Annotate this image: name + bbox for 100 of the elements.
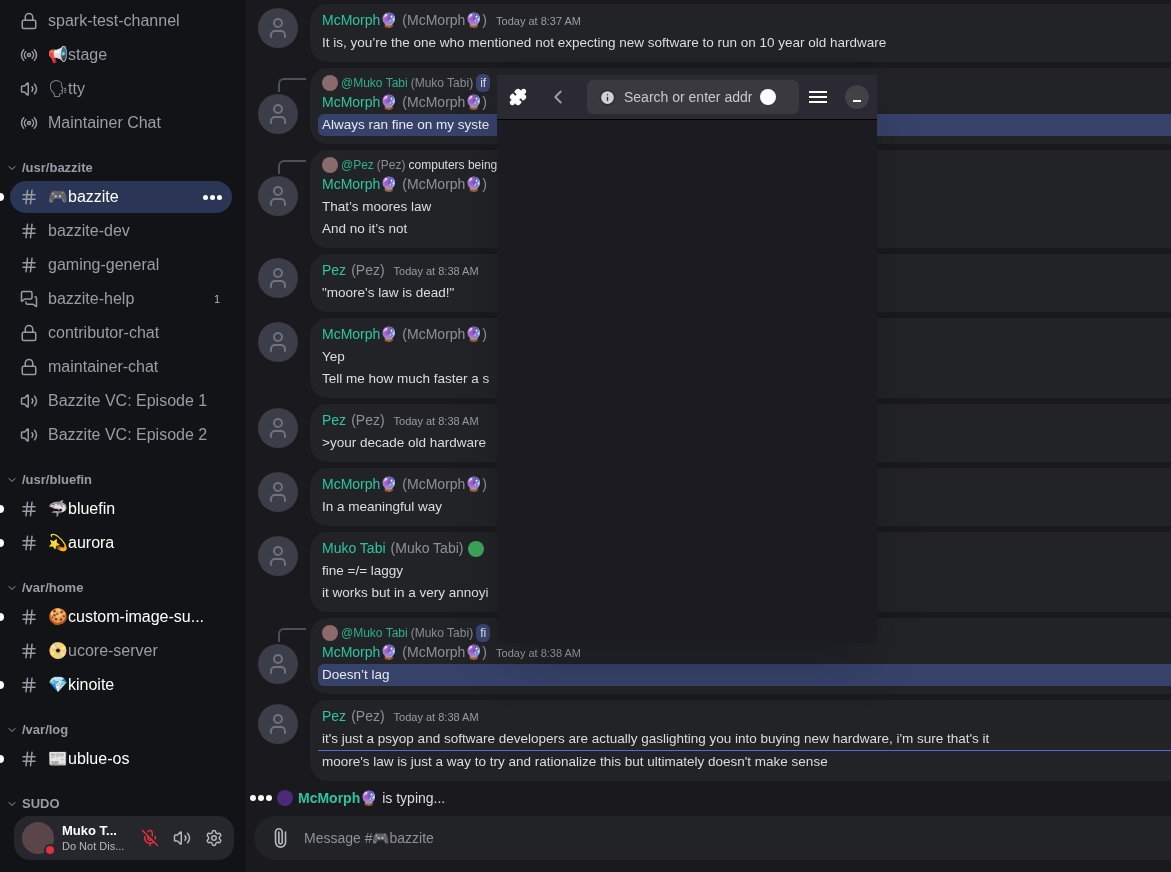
channel-item[interactable]: contributor-chat <box>10 317 232 349</box>
channel-item[interactable]: 📀ucore-server <box>10 635 232 667</box>
channel-item[interactable]: bazzite-help 1 <box>10 283 232 315</box>
timestamp: Today at 8:38 AM <box>496 646 582 661</box>
reply-snippet[interactable]: fi <box>476 624 491 642</box>
reply-author[interactable]: @Muko Tabi <box>341 624 408 642</box>
display-name: (McMorph🔮) <box>402 643 488 662</box>
avatar[interactable] <box>258 472 298 512</box>
category-header[interactable]: /usr/bazzite <box>0 156 246 180</box>
message-text: >your decade old hardware <box>321 434 487 452</box>
channel-name: 🗣tty <box>48 79 86 99</box>
reply-author[interactable]: @Muko Tabi <box>341 74 408 92</box>
timestamp: Today at 8:38 AM <box>393 710 479 725</box>
user-status: Do Not Dis... <box>62 839 126 853</box>
hash-icon <box>20 750 38 768</box>
avatar[interactable] <box>258 8 298 48</box>
forum-icon <box>20 290 38 308</box>
channel-item[interactable]: spark-test-channel <box>10 5 232 37</box>
message-text: fine =/= laggy <box>321 562 405 580</box>
channel-item[interactable]: bazzite-dev <box>10 215 232 247</box>
reply-snippet[interactable]: if <box>476 74 491 92</box>
channel-name: Maintainer Chat <box>48 113 162 133</box>
lock-icon <box>20 324 38 342</box>
info-icon <box>599 88 616 106</box>
author-name[interactable]: McMorph🔮 <box>322 174 398 195</box>
display-name: (McMorph🔮) <box>402 475 488 494</box>
channel-name: 📀ucore-server <box>48 641 159 661</box>
message-text: it works but in a very annoyi <box>321 584 490 602</box>
channel-item[interactable]: Maintainer Chat <box>10 107 232 139</box>
hash-icon <box>20 642 38 660</box>
category-header[interactable]: /usr/bluefin <box>0 468 246 492</box>
channel-item[interactable]: 🗣tty <box>10 73 232 105</box>
author-name[interactable]: McMorph🔮 <box>322 10 398 31</box>
avatar[interactable] <box>258 94 298 134</box>
address-input[interactable]: Search or enter addr <box>624 86 752 108</box>
reply-snippet[interactable]: computers being <box>408 156 498 174</box>
author-name[interactable]: Muko Tabi <box>322 538 386 559</box>
menu-icon[interactable] <box>809 91 827 103</box>
channel-item[interactable]: 📰ublue-os <box>10 743 232 775</box>
avatar[interactable] <box>258 536 298 576</box>
timestamp: Today at 8:38 AM <box>393 414 479 429</box>
channel-item[interactable]: Bazzite VC: Episode 2 <box>10 419 232 451</box>
channel-item[interactable]: gaming-general <box>10 249 232 281</box>
channel-item[interactable]: 📢stage <box>10 39 232 71</box>
hash-icon <box>20 222 38 240</box>
avatar[interactable] <box>258 258 298 298</box>
author-name[interactable]: Pez <box>322 410 347 431</box>
author-name[interactable]: Pez <box>322 706 347 727</box>
more-icon[interactable] <box>203 194 222 200</box>
channel-item[interactable]: 💎kinoite <box>10 669 232 701</box>
avatar[interactable] <box>258 644 298 684</box>
hash-icon <box>20 500 38 518</box>
author-name[interactable]: Pez <box>322 260 347 281</box>
user-avatar[interactable] <box>22 822 54 854</box>
message-composer[interactable]: Message #🎮bazzite <box>254 816 1171 860</box>
stage-icon <box>20 46 38 64</box>
author-name[interactable]: McMorph🔮 <box>322 92 398 113</box>
address-bar[interactable]: Search or enter addr <box>587 80 799 114</box>
hash-icon <box>20 256 38 274</box>
display-name: (Pez) <box>351 411 385 430</box>
channel-item[interactable]: 🍪custom-image-su... <box>10 601 232 633</box>
lock-icon <box>20 12 38 30</box>
extensions-icon[interactable] <box>509 88 527 106</box>
category-header[interactable]: SUDO <box>0 792 246 816</box>
display-name: (Pez) <box>351 707 385 726</box>
minimize-button[interactable] <box>845 85 869 109</box>
message-text: That’s moores law <box>321 198 433 216</box>
channel-name: spark-test-channel <box>48 11 181 31</box>
channel-item[interactable]: 🦈bluefin <box>10 493 232 525</box>
avatar[interactable] <box>258 704 298 744</box>
author-name[interactable]: McMorph🔮 <box>322 324 398 345</box>
message-text: it's just a psyop and software developers are actually gaslighting you into buying new hardware, i'm sure that's it <box>321 730 991 748</box>
channel-name: bazzite-help <box>48 289 136 309</box>
channel-name: contributor-chat <box>48 323 161 343</box>
reply-display-name: (Pez) <box>376 157 406 174</box>
avatar[interactable] <box>258 322 298 362</box>
reply-avatar <box>322 157 338 173</box>
category-header[interactable]: /var/log <box>0 718 246 742</box>
channel-item[interactable]: 🎮bazzite <box>10 181 232 213</box>
channel-name: bazzite-dev <box>48 221 131 241</box>
hash-icon <box>20 188 38 206</box>
typing-text: is typing... <box>382 788 446 808</box>
reply-display-name: (Muko Tabi) <box>410 625 474 642</box>
display-name: (McMorph🔮) <box>402 11 488 30</box>
reply-author[interactable]: @Pez <box>341 156 374 174</box>
channel-name: 💎kinoite <box>48 675 116 695</box>
reply-connector <box>278 628 306 642</box>
toggle-knob-icon <box>760 89 776 105</box>
author-name[interactable]: McMorph🔮 <box>322 642 398 663</box>
typing-avatar <box>277 790 293 806</box>
message-text: Tell me how much faster a s <box>321 370 491 388</box>
channel-name: 🎮bazzite <box>48 187 120 207</box>
avatar[interactable] <box>258 176 298 216</box>
channel-item[interactable]: maintainer-chat <box>10 351 232 383</box>
channel-item[interactable]: Bazzite VC: Episode 1 <box>10 385 232 417</box>
message-input[interactable]: Message #🎮bazzite <box>304 827 1171 849</box>
author-name[interactable]: McMorph🔮 <box>322 474 398 495</box>
channel-item[interactable]: 💫aurora <box>10 527 232 559</box>
avatar[interactable] <box>258 408 298 448</box>
category-header[interactable]: /var/home <box>0 576 246 600</box>
